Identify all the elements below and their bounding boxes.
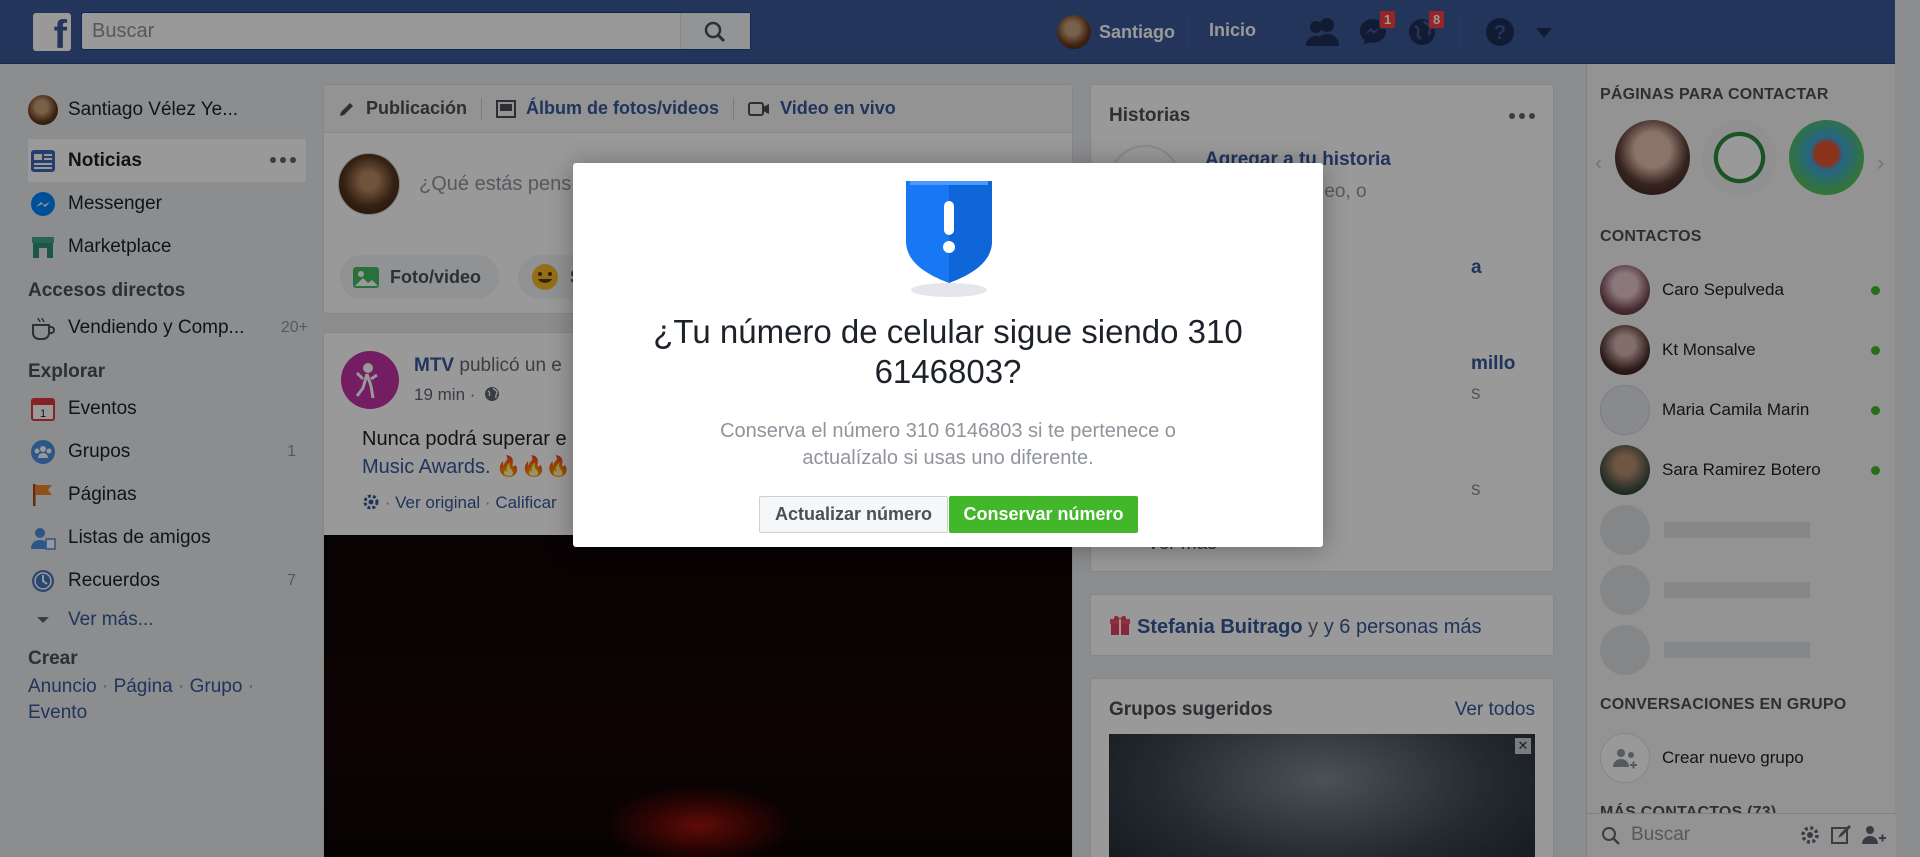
phone-confirmation-dialog: ¿Tu número de celular sigue siendo 310 6… <box>573 163 1323 547</box>
dialog-body: Conserva el número 310 6146803 si te per… <box>720 420 1176 469</box>
keep-number-button[interactable]: Conservar número <box>949 496 1138 533</box>
update-number-button[interactable]: Actualizar número <box>759 496 948 533</box>
security-shield-icon <box>904 177 994 304</box>
dialog-title: ¿Tu número de celular sigue siendo 310 6… <box>653 313 1243 390</box>
